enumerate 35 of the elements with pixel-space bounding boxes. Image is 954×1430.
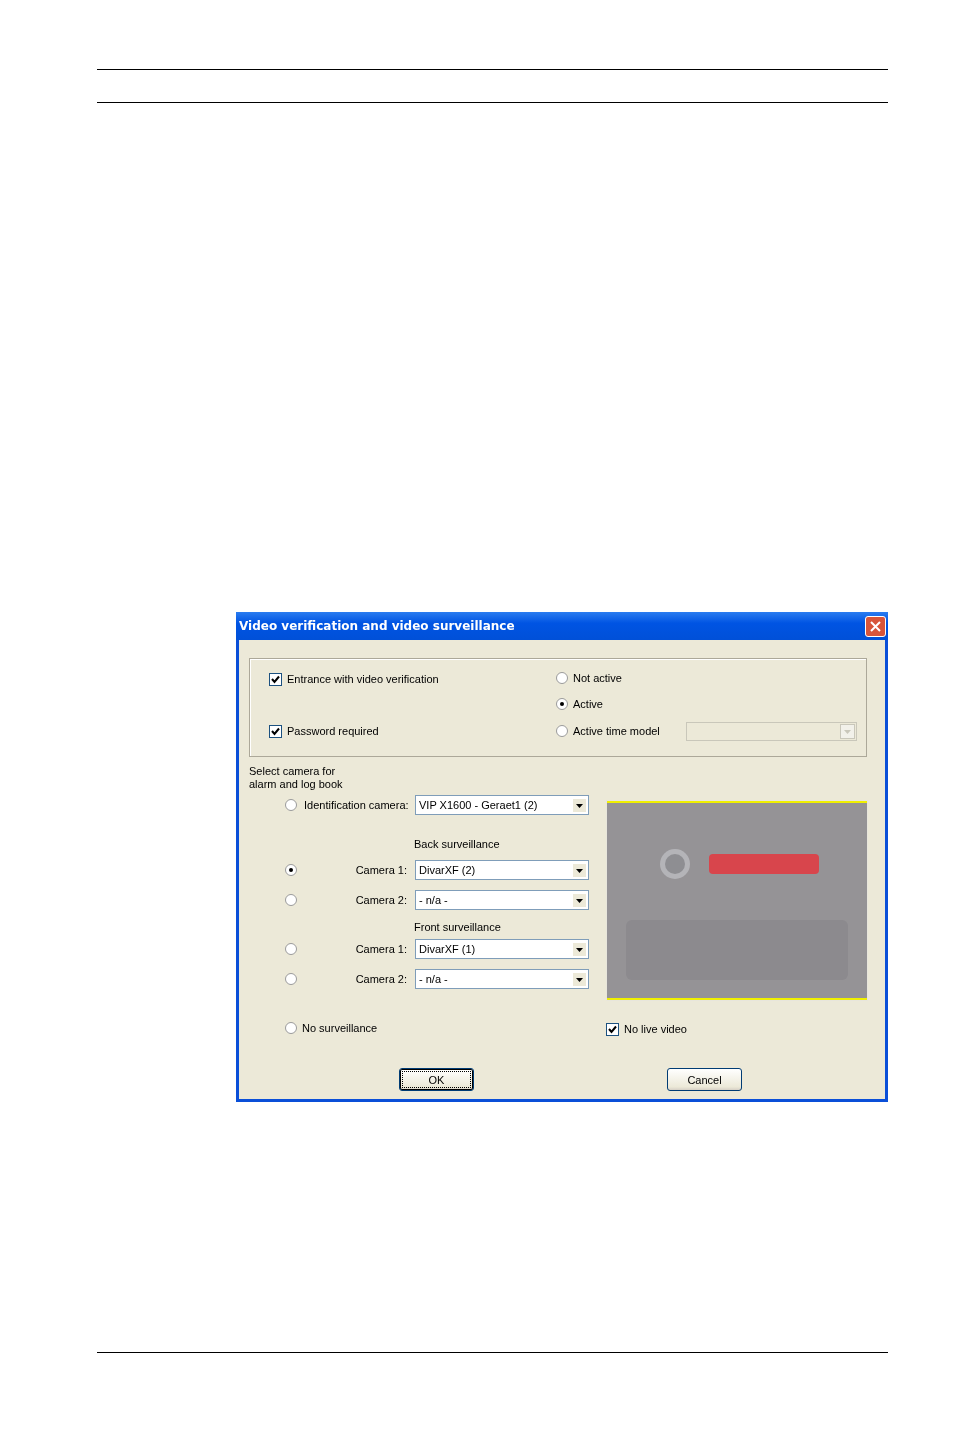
camera-dropdown[interactable]: VIP X1600 - Geraet1 (2) (415, 795, 589, 815)
radio-button[interactable] (556, 725, 568, 737)
radio-button[interactable] (285, 864, 297, 876)
checkbox-label: No live video (624, 1023, 687, 1035)
field-label: Camera 1: (355, 943, 407, 955)
checkbox[interactable] (606, 1022, 619, 1036)
radio-label: Not active (573, 672, 622, 684)
checkbox-label: Entrance with video verification (287, 673, 439, 685)
radio-button[interactable] (556, 672, 568, 684)
cancel-button[interactable]: Cancel (667, 1068, 742, 1091)
radio-button[interactable] (285, 1022, 297, 1034)
camera-dropdown[interactable]: - n/a - (415, 890, 589, 910)
radio-button[interactable] (285, 799, 297, 811)
ok-button[interactable]: OK (399, 1068, 474, 1091)
section-heading: Select camera for alarm and log book (249, 765, 343, 791)
checkbox[interactable] (269, 672, 282, 686)
field-label: Camera 2: (355, 973, 407, 985)
radio-label: Active time model (573, 725, 660, 737)
radio-label: Active (573, 698, 603, 710)
radio-button[interactable] (285, 973, 297, 985)
group-heading: Front surveillance (414, 921, 501, 933)
field-label: Camera 2: (355, 894, 407, 906)
window-title: Video verification and video surveillance (239, 619, 515, 633)
field-label: Identification camera: (304, 799, 410, 811)
camera-dropdown[interactable]: - n/a - (415, 969, 589, 989)
camera-dropdown[interactable]: DivarXF (1) (415, 939, 589, 959)
radio-button[interactable] (285, 894, 297, 906)
radio-button[interactable] (285, 943, 297, 955)
field-label: Camera 1: (355, 864, 407, 876)
group-heading: Back surveillance (414, 838, 500, 850)
camera-dropdown[interactable]: DivarXF (2) (415, 860, 589, 880)
radio-label: No surveillance (302, 1022, 378, 1034)
radio-button[interactable] (556, 698, 568, 710)
checkbox[interactable] (269, 724, 282, 738)
checkbox-label: Password required (287, 725, 379, 737)
